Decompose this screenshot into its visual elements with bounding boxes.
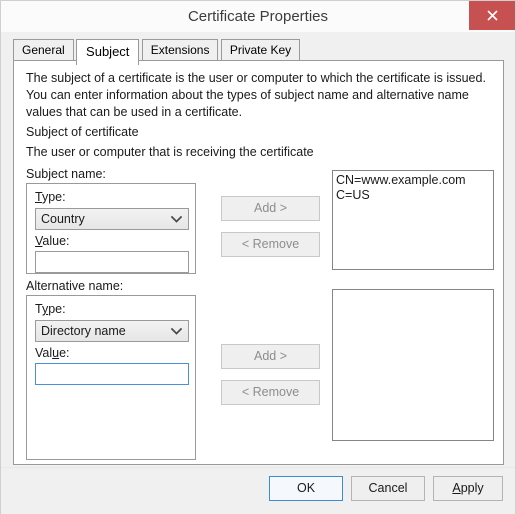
alternative-add-button[interactable]: Add >	[221, 344, 320, 369]
alternative-type-label: Type:	[35, 302, 66, 316]
subject-of-certificate-text: The user or computer that is receiving t…	[26, 145, 314, 159]
panel-description: The subject of a certificate is the user…	[26, 71, 486, 119]
subject-of-certificate-heading: Subject of certificate	[26, 125, 139, 139]
title-bar[interactable]: Certificate Properties	[1, 1, 515, 32]
dialog-footer: OK Cancel Apply	[1, 467, 515, 514]
ok-button[interactable]: OK	[269, 476, 343, 501]
alternative-value-input[interactable]	[35, 363, 189, 385]
chevron-down-icon	[171, 321, 182, 341]
apply-button-rest: pply	[460, 481, 484, 495]
subject-value-label: Value:	[35, 234, 70, 248]
alternative-type-label-rest: pe:	[48, 302, 66, 316]
alternative-name-listbox[interactable]	[332, 289, 494, 441]
subject-type-label: Type:	[35, 190, 66, 204]
alternative-value-label-pre: Val	[35, 346, 53, 360]
tab-private-key[interactable]: Private Key	[220, 39, 301, 61]
apply-button[interactable]: Apply	[433, 476, 503, 501]
subject-type-combobox[interactable]: Country	[35, 208, 189, 230]
alternative-type-combobox[interactable]: Directory name	[35, 320, 189, 342]
subject-value-label-rest: alue:	[42, 234, 70, 248]
tab-extensions[interactable]: Extensions	[141, 39, 219, 61]
window-title: Certificate Properties	[187, 8, 329, 25]
alternative-type-label-pre: T	[35, 302, 42, 316]
subject-add-button[interactable]: Add >	[221, 196, 320, 221]
alternative-remove-button[interactable]: < Remove	[221, 380, 320, 405]
subject-name-group-box: Type: Country Value:	[26, 183, 196, 274]
subject-type-label-rest: ype:	[41, 190, 66, 204]
list-item[interactable]: C=US	[336, 188, 490, 203]
alternative-name-group-box: Type: Directory name Value:	[26, 295, 196, 460]
tab-strip: General Subject Extensions Private Key	[13, 39, 301, 65]
tab-subject[interactable]: Subject	[76, 39, 140, 65]
alternative-value-label: Value:	[35, 346, 70, 360]
subject-name-group-label: Subject name:	[26, 167, 106, 181]
alternative-type-combobox-value: Directory name	[41, 324, 126, 338]
cancel-button[interactable]: Cancel	[351, 476, 425, 501]
list-item[interactable]: CN=www.example.com	[336, 173, 490, 188]
certificate-properties-dialog: Certificate Properties General Subject E…	[0, 0, 516, 514]
close-icon[interactable]	[469, 1, 515, 30]
subject-name-listbox[interactable]: CN=www.example.com C=US	[332, 170, 494, 270]
subject-type-combobox-value: Country	[41, 212, 85, 226]
alternative-value-label-rest: e:	[59, 346, 70, 360]
subject-tab-panel: The subject of a certificate is the user…	[13, 60, 504, 465]
apply-button-accel: A	[452, 481, 461, 495]
chevron-down-icon	[171, 209, 182, 229]
tab-general[interactable]: General	[13, 39, 74, 61]
alternative-name-group-label: Alternative name:	[26, 279, 124, 293]
subject-value-input[interactable]	[35, 251, 189, 273]
subject-remove-button[interactable]: < Remove	[221, 232, 320, 257]
subject-type-label-accel: T	[35, 190, 42, 204]
